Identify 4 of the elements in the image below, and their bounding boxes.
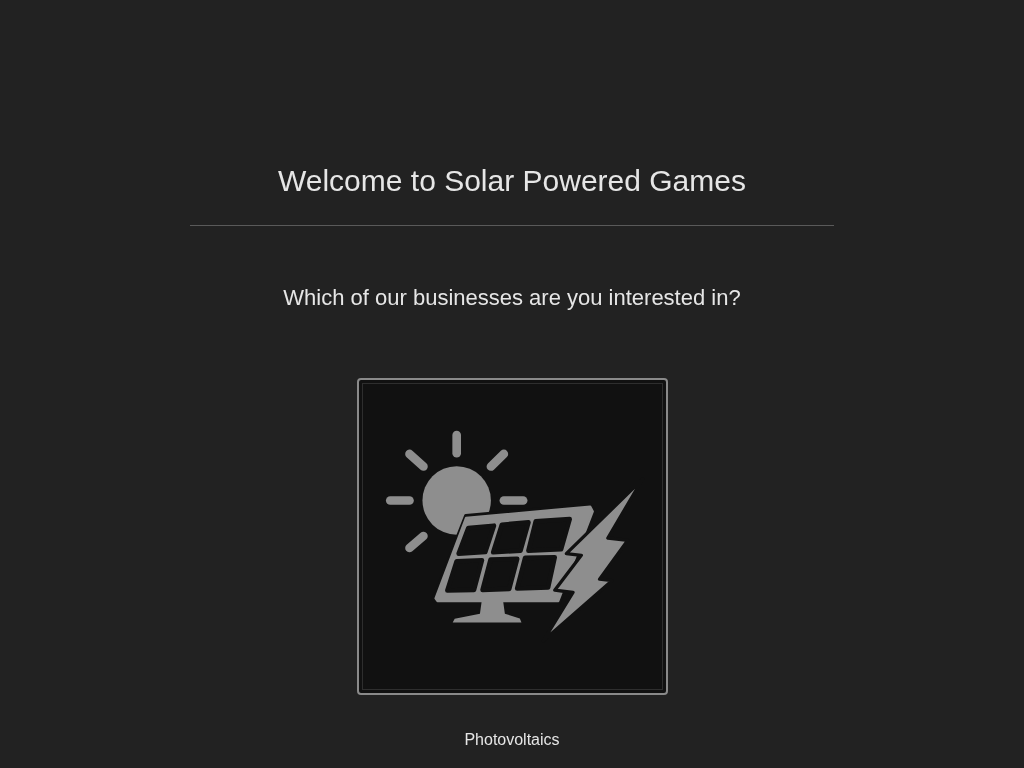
- question-text: Which of our businesses are you interested in?: [283, 284, 741, 312]
- page-title: Welcome to Solar Powered Games: [278, 163, 746, 199]
- business-tile-button[interactable]: [356, 378, 668, 695]
- business-label: Photovoltaics: [464, 730, 560, 750]
